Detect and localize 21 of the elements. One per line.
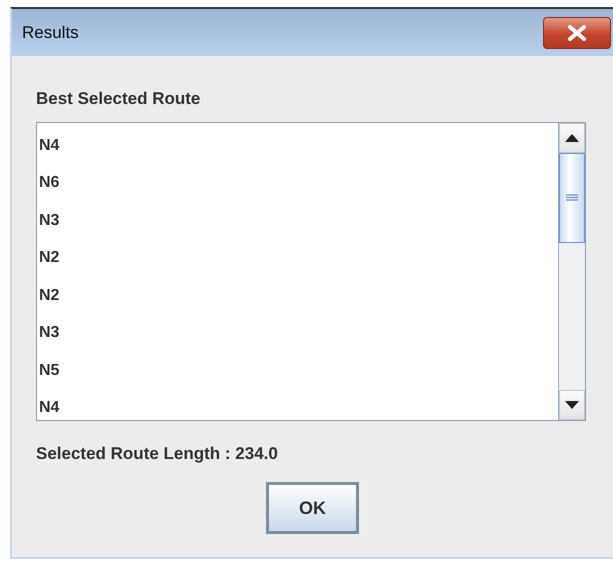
list-item[interactable]: N5 [37, 352, 558, 389]
up-arrow-icon [565, 134, 579, 142]
list-item[interactable]: N3 [37, 314, 558, 352]
grip-icon [566, 194, 578, 201]
list-item[interactable]: N2 [37, 239, 558, 276]
list-item[interactable]: N3 [37, 202, 558, 239]
scroll-down-button[interactable] [559, 390, 585, 420]
scroll-thumb[interactable] [559, 152, 585, 242]
route-length-text: Selected Route Length : 234.0 [36, 442, 279, 465]
ok-button[interactable]: OK [266, 482, 359, 534]
list-item[interactable]: N6 [37, 164, 558, 202]
down-arrow-icon [565, 400, 579, 408]
list-item[interactable]: N2 [37, 276, 558, 314]
list-item[interactable]: N4 [37, 389, 558, 426]
scroll-up-button[interactable] [559, 122, 585, 152]
close-icon [566, 24, 588, 40]
scrollbar[interactable] [558, 122, 585, 420]
close-button[interactable] [543, 16, 611, 48]
list-label: Best Selected Route [36, 88, 202, 110]
list-item[interactable]: N4 [37, 126, 558, 164]
window-title: Results [22, 22, 79, 44]
